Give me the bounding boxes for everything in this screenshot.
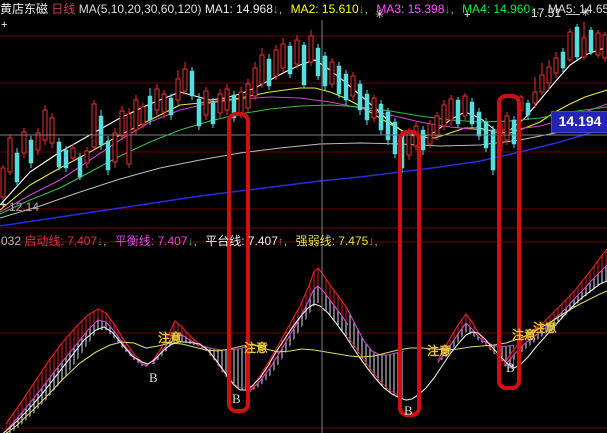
ma1-label: MA1:: [204, 2, 233, 16]
separator: ,: [374, 234, 378, 248]
ma-item: MA4: 14.960↓,: [462, 2, 542, 16]
cross-marker-icon: +: [0, 199, 7, 211]
separator: ,: [103, 234, 107, 248]
buy-signal-label: B: [506, 360, 515, 375]
chart-header: 黄店东磁 日线 MA(5,10,20,30,60,120) MA1: 14.96…: [0, 1, 607, 18]
highlight-annotation-box: [497, 94, 521, 390]
buy-signal-label: B: [149, 370, 158, 385]
qiangruoxian-value: 7.475: [338, 234, 369, 248]
indicator-item: 平衡线: 7.407↓,: [115, 234, 200, 248]
ma-item: MA2: 15.610↓,: [291, 2, 371, 16]
ma3-value: 15.398: [407, 2, 445, 16]
highlight-annotation-box: [227, 112, 250, 413]
cross-marker-icon: +: [1, 19, 8, 31]
highlight-annotation-box: [398, 130, 421, 417]
ma4-value: 14.960: [493, 2, 531, 16]
ma2-arrow-icon: ↓: [358, 2, 365, 16]
qidongxian-value: 7.407: [67, 234, 98, 248]
ma2-value: 15.610: [321, 2, 359, 16]
ma-item: MA1: 14.968↓,: [205, 2, 285, 16]
separator: ,: [283, 234, 288, 248]
buy-signal-label: B: [232, 391, 241, 406]
crosshair-price-tag: 14.194: [551, 111, 607, 133]
ma2-label: MA2:: [290, 2, 319, 16]
notice-label: 注意: [244, 341, 269, 355]
down-arrow-icon: ↓: [187, 234, 194, 248]
buy-signal-label: B: [404, 403, 413, 418]
notice-label: 注意: [533, 321, 558, 335]
indicator-item: 强弱线: 7.475↓,: [296, 234, 381, 248]
separator: ,: [364, 2, 368, 16]
separator: ,: [193, 234, 197, 248]
pingtaixian-label: 平台线:: [205, 234, 245, 248]
qidongxian-label: 启动线:: [24, 234, 64, 248]
pingtaixian-value: 7.407: [247, 234, 278, 248]
stock-chart-window: 黄店东磁 日线 MA(5,10,20,30,60,120) MA1: 14.96…: [0, 0, 607, 433]
pinghengxian-value: 7.407: [157, 234, 188, 248]
indicator-item: 启动线: 7.407↓,: [24, 234, 109, 248]
ma5-value: 14.651: [579, 2, 607, 16]
ma1-value: 14.968: [236, 2, 273, 16]
ma3-label: MA3:: [376, 2, 405, 16]
ma-item: MA5: 14.651: [548, 2, 607, 16]
period-selector[interactable]: 日线: [51, 2, 75, 16]
ma1-arrow-icon: ↓: [272, 2, 279, 16]
ma-item: MA3: 15.398↓,: [376, 2, 456, 16]
indicator-item: 平台线: 7.407↑,: [205, 234, 290, 248]
notice-label: 注意: [427, 344, 452, 358]
indicator-id: 032: [1, 234, 22, 248]
separator: ,: [278, 2, 283, 16]
ma120-price-label: 12.14: [9, 200, 40, 214]
ma4-label: MA4:: [462, 2, 491, 16]
up-arrow-icon: ↑: [277, 234, 284, 248]
indicator-header: 032 启动线: 7.407↓, 平衡线: 7.407↓, 平台线: 7.407…: [1, 233, 383, 249]
stock-name[interactable]: 黄店东磁: [0, 2, 48, 16]
separator: ,: [450, 2, 454, 16]
notice-label: 注意: [158, 331, 183, 345]
separator: ,: [536, 2, 540, 16]
pinghengxian-label: 平衡线:: [114, 234, 155, 248]
ma5-label: MA5:: [547, 2, 576, 16]
ma-config-label: MA(5,10,20,30,60,120): [78, 2, 202, 16]
qiangruoxian-label: 强弱线:: [295, 234, 335, 248]
